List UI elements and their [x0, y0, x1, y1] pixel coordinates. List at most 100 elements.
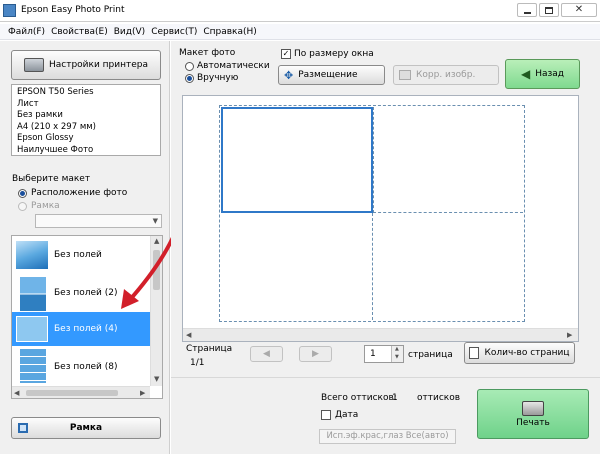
- preview-scroll-left-icon[interactable]: ◀: [186, 331, 191, 339]
- menu-view[interactable]: Вид(V): [114, 27, 145, 37]
- printer-settings-label: Настройки принтера: [48, 60, 149, 70]
- radio-auto[interactable]: Автоматически: [185, 61, 270, 71]
- radio-frame-dot: [18, 201, 27, 211]
- total-prints-value: 1: [392, 393, 398, 403]
- layout-item-label: Без полей (2): [54, 288, 118, 298]
- photo-slot-2[interactable]: [373, 107, 523, 213]
- printer-settings-button[interactable]: Настройки принтера: [11, 50, 161, 80]
- menu-service[interactable]: Сервис(T): [151, 27, 197, 37]
- scroll-left-icon[interactable]: ◀: [14, 389, 19, 397]
- printer-icon: [23, 58, 44, 72]
- move-arrows-icon: ✥: [284, 68, 294, 82]
- preview-page: [219, 105, 525, 322]
- spin-up-icon[interactable]: ▲: [395, 346, 399, 352]
- total-prints-unit: оттисков: [417, 393, 461, 403]
- correct-image-label: Корр. изобр.: [416, 70, 476, 80]
- radio-photo-layout-dot: [18, 188, 27, 198]
- preview-scrollbar[interactable]: ◀ ▶: [183, 328, 578, 341]
- radio-auto-dot: [185, 61, 194, 71]
- layout-thumbnail: [20, 349, 46, 383]
- frame-icon: [18, 423, 28, 433]
- list-item-selected[interactable]: Без полей (4): [12, 312, 150, 346]
- radio-manual-dot: [185, 73, 194, 83]
- maximize-icon: [545, 6, 553, 14]
- frame-button[interactable]: Рамка: [11, 417, 161, 439]
- radio-frame-label: Рамка: [31, 201, 60, 211]
- layout-item-label: Без полей (8): [54, 362, 118, 372]
- paper-size: A4 (210 x 297 мм): [17, 121, 96, 132]
- print-button[interactable]: Печать: [477, 389, 589, 439]
- radio-auto-label: Автоматически: [197, 61, 270, 71]
- page-label: Страница: [186, 344, 233, 354]
- radio-photo-layout-label: Расположение фото: [31, 188, 128, 198]
- image-correct-icon: [399, 70, 411, 80]
- frame-button-label: Рамка: [69, 423, 103, 433]
- menu-file[interactable]: Файл(F): [8, 27, 45, 37]
- app-icon: [3, 4, 16, 17]
- back-arrow-icon: ◀: [520, 67, 531, 81]
- right-panel: Макет фото Автоматически Вручную ✓ По ра…: [171, 41, 600, 454]
- menu-properties[interactable]: Свойства(E): [51, 27, 108, 37]
- spin-buttons[interactable]: ▲ ▼: [391, 346, 403, 362]
- page-count-spinner[interactable]: 1 ▲ ▼: [364, 345, 404, 363]
- radio-frame[interactable]: Рамка: [18, 201, 60, 211]
- page-count-button-label: Колич-во страниц: [484, 348, 570, 358]
- radio-manual-label: Вручную: [197, 73, 239, 83]
- layout-thumbnail: [20, 277, 46, 311]
- layout-thumbnail: [16, 241, 48, 269]
- media-type: Epson Glossy: [17, 133, 74, 143]
- photo-slot-3[interactable]: [221, 213, 373, 320]
- back-label: Назад: [535, 69, 565, 79]
- fit-window-label: По размеру окна: [294, 49, 374, 59]
- page-count-value: 1: [370, 349, 376, 359]
- printer-info-box: EPSON T50 Series Лист Без рамки A4 (210 …: [11, 84, 161, 156]
- layout-item-label: Без полей (4): [54, 324, 118, 334]
- date-checkbox[interactable]: Дата: [321, 410, 358, 420]
- preview-scroll-right-icon[interactable]: ▶: [567, 331, 572, 339]
- checkbox-checked-icon: ✓: [281, 49, 291, 59]
- radio-photo-layout[interactable]: Расположение фото: [18, 188, 127, 198]
- photo-slot-4[interactable]: [373, 213, 523, 320]
- hscroll-thumb[interactable]: [26, 390, 118, 396]
- layout-select-title: Выберите макет: [12, 174, 91, 184]
- back-button[interactable]: ◀ Назад: [505, 59, 580, 89]
- date-label: Дата: [335, 410, 359, 420]
- prev-page-button[interactable]: ◀: [250, 346, 283, 362]
- window-title: Epson Easy Photo Print: [21, 5, 125, 15]
- scroll-down-icon[interactable]: ▼: [154, 375, 159, 383]
- layout-item-label: Без полей: [54, 250, 102, 260]
- close-button[interactable]: ✕: [561, 3, 597, 17]
- red-eye-dropdown[interactable]: Исп.эф.крас,глаз Все(авто): [319, 429, 456, 444]
- fit-window-checkbox[interactable]: ✓ По размеру окна: [281, 49, 374, 59]
- photo-layout-title: Макет фото: [179, 48, 236, 58]
- spin-down-icon[interactable]: ▼: [395, 354, 399, 360]
- minimize-button[interactable]: [517, 3, 537, 17]
- preview-area: ◀ ▶: [182, 95, 579, 342]
- pages-unit-label: страница: [408, 350, 453, 360]
- placement-button[interactable]: ✥ Размещение: [278, 65, 385, 85]
- menu-bar: Файл(F) Свойства(E) Вид(V) Сервис(T) Спр…: [0, 24, 600, 40]
- list-horizontal-scrollbar[interactable]: ◀ ▶: [12, 386, 150, 398]
- date-checkbox-box: [321, 410, 331, 420]
- list-item[interactable]: Без полей (8): [12, 346, 150, 386]
- red-eye-label: Исп.эф.крас,глаз Все(авто): [326, 431, 449, 441]
- layout-thumbnail: [16, 316, 48, 342]
- correct-image-button[interactable]: Корр. изобр.: [393, 65, 499, 85]
- maximize-button[interactable]: [539, 3, 559, 17]
- prev-arrow-icon: ◀: [263, 349, 270, 359]
- close-icon: ✕: [574, 4, 584, 15]
- placement-label: Размещение: [298, 70, 358, 80]
- print-quality: Наилучшее Фото: [17, 144, 94, 155]
- radio-manual[interactable]: Вручную: [185, 73, 238, 83]
- next-page-button[interactable]: ▶: [299, 346, 332, 362]
- printer-model: EPSON T50 Series: [17, 87, 94, 97]
- total-prints-label: Всего оттисков:: [321, 393, 397, 403]
- next-arrow-icon: ▶: [312, 349, 319, 359]
- border-mode: Без рамки: [17, 110, 63, 120]
- photo-slot-1[interactable]: [221, 107, 373, 213]
- scroll-right-icon[interactable]: ▶: [140, 389, 145, 397]
- menu-help[interactable]: Справка(H): [203, 27, 256, 37]
- page-value: 1/1: [190, 358, 205, 368]
- page-count-button[interactable]: Колич-во страниц: [464, 342, 575, 364]
- printer-icon: [522, 400, 544, 416]
